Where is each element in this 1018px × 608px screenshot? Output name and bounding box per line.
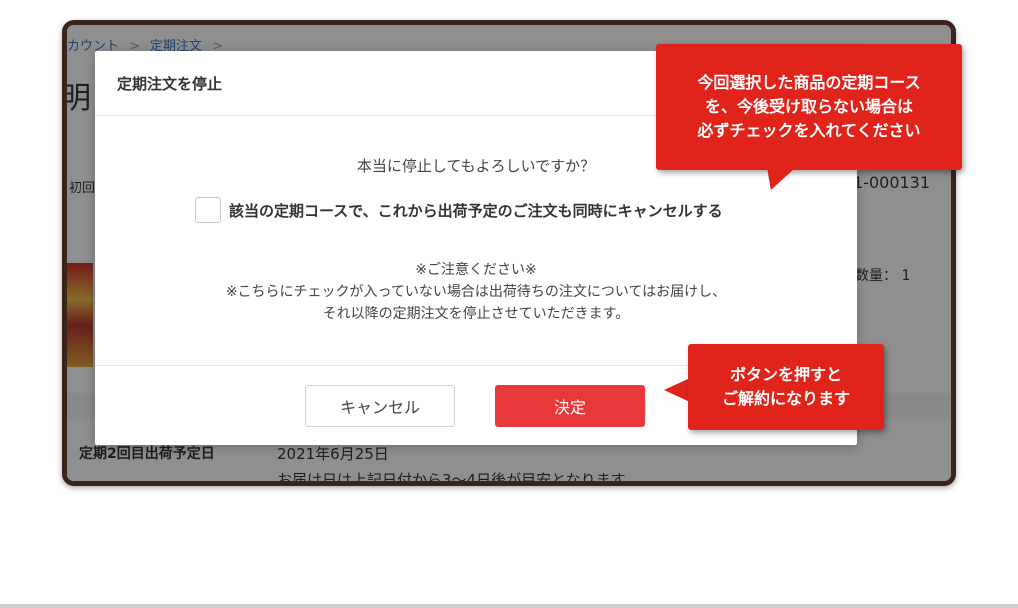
notice-line-1: ※こちらにチェックが入っていない場合は出荷待ちの注文についてはお届けし、 bbox=[225, 284, 727, 300]
notice-block: ※ご注意ください※ ※こちらにチェックが入っていない場合は出荷待ちの注文について… bbox=[95, 259, 857, 325]
callout-top-line-1: 今回選択した商品の定期コース bbox=[697, 73, 921, 92]
callout-top-line-3: 必ずチェックを入れてください bbox=[697, 121, 921, 140]
callout-top-line-2: を、今後受け取らない場合は bbox=[704, 97, 913, 116]
callout-bottom-pointer bbox=[664, 378, 690, 402]
notice-line-2: それ以降の定期注文を停止させていただきます。 bbox=[322, 306, 630, 322]
dialog-title: 定期注文を停止 bbox=[117, 75, 223, 93]
confirm-instruction-callout: ボタンを押すと ご解約になります bbox=[688, 344, 884, 430]
checkbox-instruction-callout: 今回選択した商品の定期コース を、今後受け取らない場合は 必ずチェックを入れてく… bbox=[656, 44, 962, 170]
notice-heading: ※ご注意ください※ bbox=[415, 262, 537, 278]
callout-bottom-line-1: ボタンを押すと bbox=[729, 365, 842, 384]
cancel-button[interactable]: キャンセル bbox=[305, 385, 455, 427]
checkbox-label[interactable]: 該当の定期コースで、これから出荷予定のご注文も同時にキャンセルする bbox=[229, 200, 723, 221]
cancel-upcoming-orders-option[interactable]: 該当の定期コースで、これから出荷予定のご注文も同時にキャンセルする bbox=[195, 197, 723, 223]
cancel-upcoming-orders-checkbox[interactable] bbox=[195, 197, 221, 223]
confirm-button[interactable]: 決定 bbox=[495, 385, 645, 427]
callout-bottom-line-2: ご解約になります bbox=[721, 389, 850, 408]
page-bottom-border bbox=[0, 604, 1018, 608]
